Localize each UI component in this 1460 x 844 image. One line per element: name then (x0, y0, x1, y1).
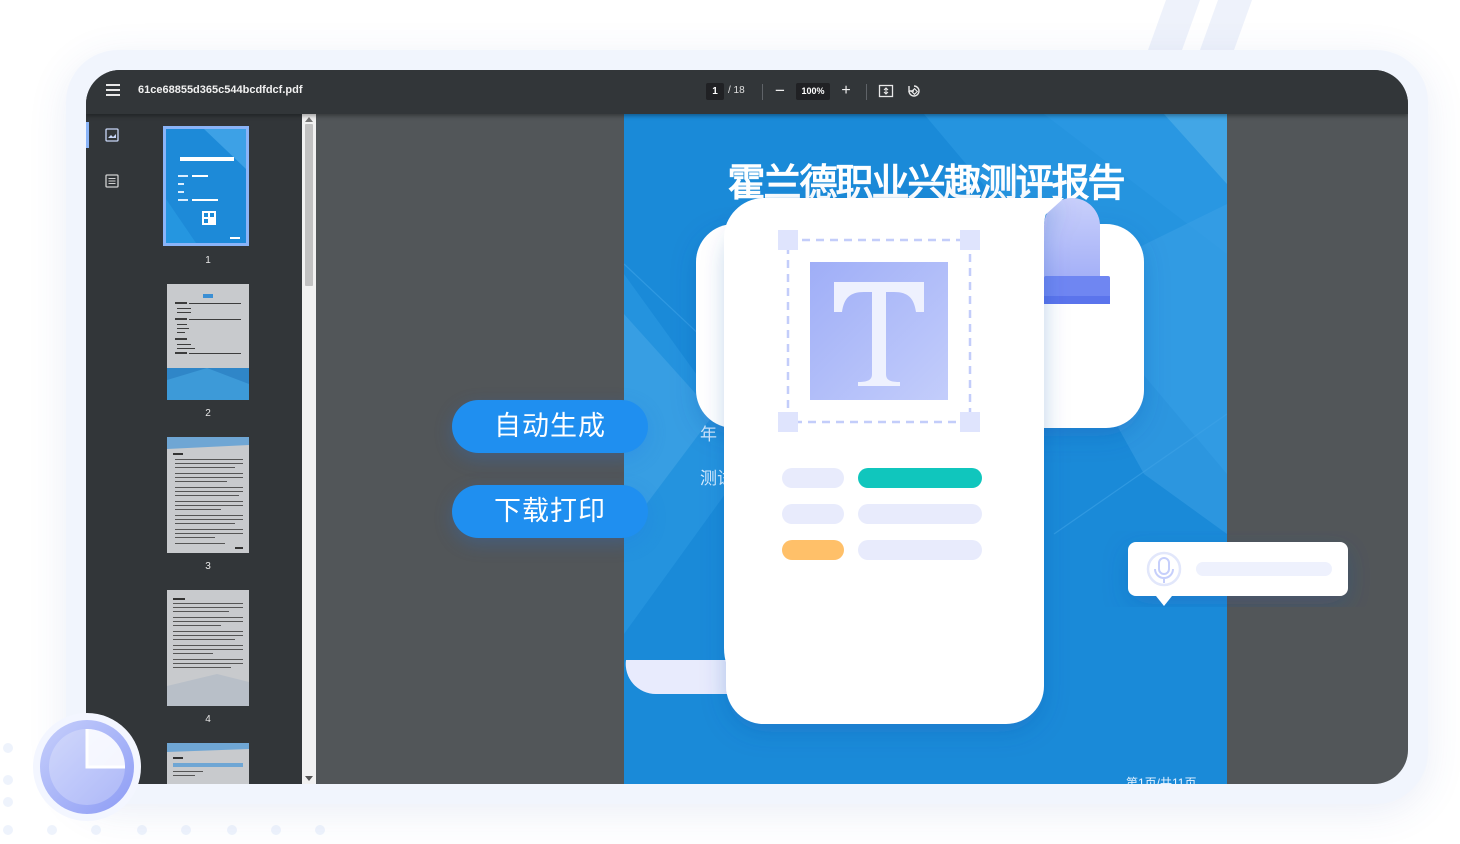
thumbnail-image (167, 590, 249, 706)
thumbnail-image (167, 284, 249, 400)
thumbnail-sidebar: 1 2 3 4 (86, 114, 302, 784)
pdf-viewer-window: 61ce68855d365c544bcdfdcf.pdf 1 / 18 − 10… (86, 70, 1408, 784)
download-print-button[interactable]: 下载打印 (452, 485, 648, 538)
document-page: 霍兰德职业兴趣测评报告 年 测试 第1页/共11页 (624, 114, 1227, 784)
quote-decoration (1148, 0, 1252, 50)
zoom-level-input[interactable]: 100% (796, 83, 830, 100)
pdf-toolbar: 61ce68855d365c544bcdfdcf.pdf 1 / 18 − 10… (86, 70, 1408, 114)
document-title: 霍兰德职业兴趣测评报告 (727, 163, 1125, 205)
thumbnails-icon[interactable] (104, 127, 120, 143)
scroll-down-arrow-icon[interactable] (305, 776, 313, 781)
thumbnail-page-number: 3 (205, 561, 211, 572)
thumbnail-scrollbar[interactable] (302, 114, 316, 784)
zoom-in-button[interactable]: + (838, 80, 854, 102)
cover-background-pattern (624, 114, 1227, 784)
scroll-thumb[interactable] (305, 124, 313, 286)
thumbnail-image (163, 126, 249, 246)
document-field-label: 年 (700, 425, 717, 444)
outline-icon[interactable] (104, 173, 120, 189)
page-number-input[interactable]: 1 (706, 83, 724, 100)
thumbnail-image (167, 437, 249, 553)
document-field-label: 测试 (700, 469, 734, 488)
file-name: 61ce68855d365c544bcdfdcf.pdf (138, 84, 303, 96)
document-page-footer: 第1页/共11页 (1126, 776, 1197, 784)
zoom-out-button[interactable]: − (772, 80, 788, 102)
page-total: / 18 (728, 85, 745, 96)
pie-chart-icon (33, 713, 141, 821)
rotate-icon[interactable] (906, 83, 922, 99)
menu-icon[interactable] (106, 84, 120, 100)
toolbar-divider (866, 84, 867, 100)
toolbar-divider (762, 84, 763, 100)
scroll-up-arrow-icon[interactable] (305, 117, 313, 122)
fit-page-icon[interactable] (878, 83, 894, 99)
thumbnail-image (167, 743, 249, 784)
thumbnail-page-number: 2 (205, 408, 211, 419)
thumbnail-page-number: 4 (205, 714, 211, 725)
active-tab-indicator (86, 122, 89, 148)
thumbnail-page-number: 1 (205, 255, 211, 266)
auto-generate-button[interactable]: 自动生成 (452, 400, 648, 453)
